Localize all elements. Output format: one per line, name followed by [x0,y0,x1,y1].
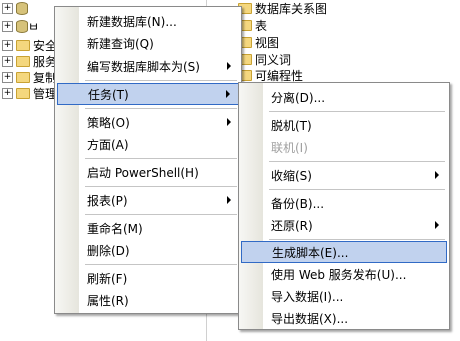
menu-separator [269,239,445,240]
menu-item-new-database[interactable]: 新建数据库(N)... [57,10,239,32]
menu-separator [85,186,237,187]
menu-separator [85,214,237,215]
menu-item-label: 新建数据库(N)... [87,14,177,29]
menu-item-bring-online: 联机(I) [241,136,447,158]
submenu-arrow-icon [226,90,230,98]
menu-item-label: 分离(D)... [271,90,326,105]
menu-item-take-offline[interactable]: 脱机(T) [241,114,447,136]
submenu-arrow-icon [227,196,231,204]
menu-item-policies[interactable]: 策略(O) [57,111,239,133]
menu-item-detach[interactable]: 分离(D)... [241,86,447,108]
menu-item-new-query[interactable]: 新建查询(Q) [57,32,239,54]
menu-separator [269,189,445,190]
menu-item-label: 使用 Web 服务发布(U)... [271,267,407,282]
menu-item-label: 导出数据(X)... [271,311,349,326]
menu-item-generate-scripts[interactable]: 生成脚本(E)... [241,241,447,263]
tasks-submenu: 分离(D)... 脱机(T) 联机(I) 收缩(S) 备份(B)... 还原(R… [238,82,450,330]
menu-item-label: 备份(B)... [271,196,325,211]
menu-item-label: 策略(O) [87,115,130,130]
tree-node-label: ㅂ [28,19,40,34]
tree-node-management[interactable]: + 管理 [0,85,57,101]
menu-item-label: 导入数据(I)... [271,289,344,304]
menu-item-facets[interactable]: 方面(A) [57,133,239,155]
tree-node-server-objects[interactable]: + 服务 [0,53,57,69]
menu-item-label: 重命名(M) [87,221,143,236]
menu-item-label: 启动 PowerShell(H) [87,165,199,180]
folder-icon [16,39,30,51]
context-menu: 新建数据库(N)... 新建查询(Q) 编写数据库脚本为(S) 任务(T) 策略… [54,6,242,314]
list-item-label: 可编程性 [255,68,304,83]
list-item-label: 数据库关系图 [255,1,328,16]
menu-item-label: 报表(P) [87,193,128,208]
menu-item-shrink[interactable]: 收缩(S) [241,164,447,186]
expand-icon[interactable]: + [2,2,13,14]
tree-node[interactable]: + [0,0,28,16]
menu-item-label: 新建查询(Q) [87,36,154,51]
expand-icon[interactable]: + [2,71,13,83]
menu-item-backup[interactable]: 备份(B)... [241,192,447,214]
database-icon [16,19,28,33]
menu-item-label: 属性(R) [87,293,129,308]
menu-item-label: 收缩(S) [271,168,312,183]
submenu-arrow-icon [435,221,439,229]
submenu-arrow-icon [435,171,439,179]
menu-separator [85,158,237,159]
list-item-label: 同义词 [255,52,292,67]
menu-item-label: 还原(R) [271,218,313,233]
menu-separator [269,111,445,112]
list-item[interactable]: 视图 [238,34,279,50]
database-icon [16,1,28,15]
menu-item-rename[interactable]: 重命名(M) [57,217,239,239]
menu-item-start-powershell[interactable]: 启动 PowerShell(H) [57,161,239,183]
expand-icon[interactable]: + [2,39,13,51]
menu-separator [85,264,237,265]
list-item-label: 表 [255,18,268,33]
list-item[interactable]: 同义词 [238,51,291,67]
folder-icon [16,55,30,67]
menu-item-label: 脱机(T) [271,118,312,133]
menu-item-refresh[interactable]: 刷新(F) [57,267,239,289]
expand-icon[interactable]: + [2,87,13,99]
menu-item-delete[interactable]: 删除(D) [57,239,239,261]
menu-item-label: 方面(A) [87,137,129,152]
menu-separator [269,161,445,162]
menu-item-label: 任务(T) [88,87,129,102]
menu-item-label: 联机(I) [271,140,308,155]
menu-item-label: 删除(D) [87,243,130,258]
menu-item-label: 编写数据库脚本为(S) [87,59,200,74]
menu-separator [85,80,237,81]
menu-item-script-database[interactable]: 编写数据库脚本为(S) [57,55,239,77]
menu-item-import-data[interactable]: 导入数据(I)... [241,285,447,307]
menu-item-properties[interactable]: 属性(R) [57,289,239,311]
tree-node[interactable]: + ㅂ [0,18,39,34]
tree-node-security[interactable]: + 安全 [0,37,57,53]
list-item[interactable]: 数据库关系图 [238,0,327,16]
menu-separator [85,108,237,109]
tree-node-replication[interactable]: + 复制 [0,69,57,85]
menu-item-publish-web-service[interactable]: 使用 Web 服务发布(U)... [241,263,447,285]
menu-item-reports[interactable]: 报表(P) [57,189,239,211]
menu-item-label: 刷新(F) [87,271,128,286]
menu-item-export-data[interactable]: 导出数据(X)... [241,307,447,329]
list-item[interactable]: 表 [238,17,267,33]
submenu-arrow-icon [227,118,231,126]
list-item[interactable]: 可编程性 [238,67,303,83]
list-item-label: 视图 [255,35,280,50]
folder-icon [16,71,30,83]
expand-icon[interactable]: + [2,55,13,67]
menu-item-label: 生成脚本(E)... [272,245,349,260]
folder-icon [16,87,30,99]
menu-item-tasks[interactable]: 任务(T) [57,83,239,105]
expand-icon[interactable]: + [2,20,13,32]
menu-item-restore[interactable]: 还原(R) [241,214,447,236]
submenu-arrow-icon [227,62,231,70]
